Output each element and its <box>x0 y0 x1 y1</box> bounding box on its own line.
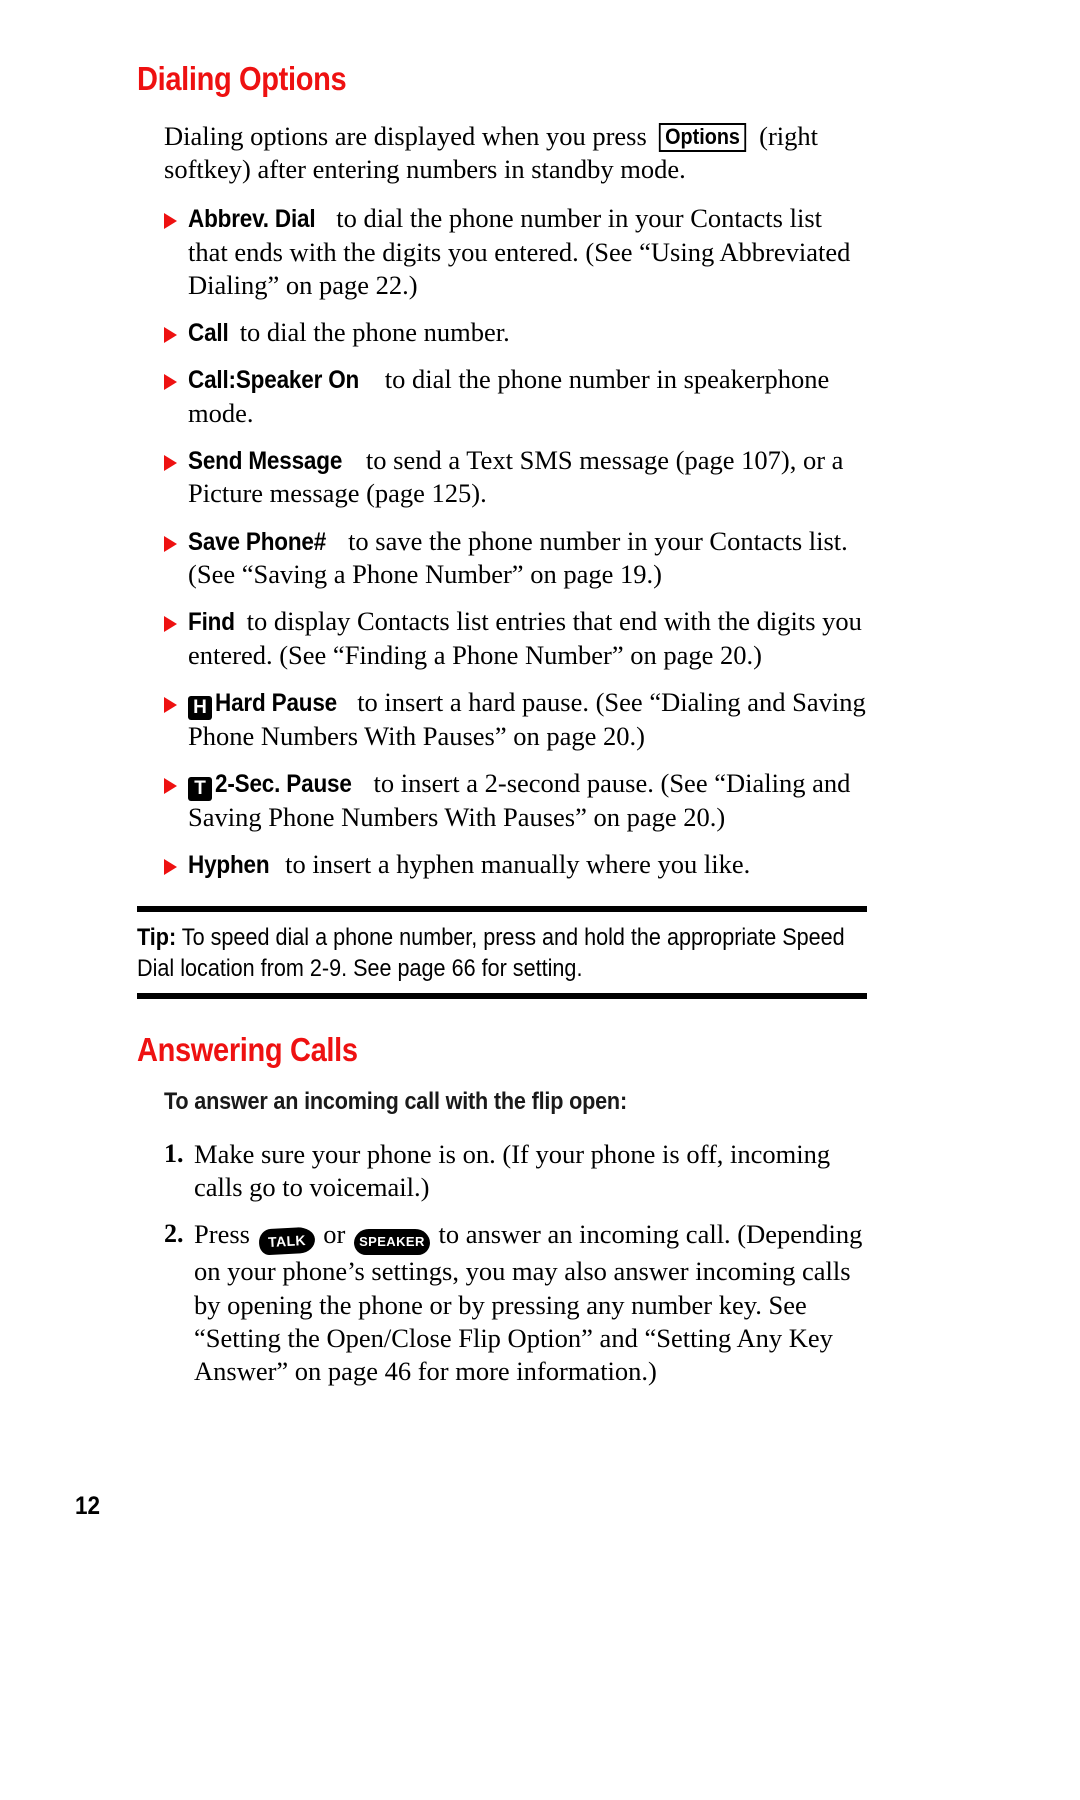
talk-key-icon: TALK <box>257 1226 316 1256</box>
options-softkey-label: Options <box>659 122 747 153</box>
option-term: Hard Pause <box>215 688 338 717</box>
two-sec-pause-key-icon: T <box>188 777 212 802</box>
list-item: Call to dial the phone number. <box>137 316 867 349</box>
tip-label: Tip: <box>137 923 177 951</box>
triangle-bullet-icon <box>164 859 177 876</box>
tip-text: Tip: To speed dial a phone number, press… <box>137 922 866 984</box>
subheading-flip-open: To answer an incoming call with the flip… <box>164 1087 627 1115</box>
triangle-bullet-icon <box>164 213 177 230</box>
tip-body: To speed dial a phone number, press and … <box>137 923 845 982</box>
step-conjunction: or <box>323 1219 346 1250</box>
answering-steps-list: 1. Make sure your phone is on. (If your … <box>137 1138 867 1389</box>
option-term: Send Message <box>188 447 343 476</box>
triangle-bullet-icon <box>164 616 177 633</box>
hard-pause-key-icon: H <box>188 695 212 720</box>
intro-text-before: Dialing options are displayed when you p… <box>164 120 647 151</box>
tip-box: Tip: To speed dial a phone number, press… <box>137 905 867 1000</box>
triangle-bullet-icon <box>164 374 177 391</box>
step-number: 1. <box>164 1138 184 1168</box>
list-item: Abbrev. Dial to dial the phone number in… <box>137 202 867 302</box>
step-number: 2. <box>164 1219 184 1249</box>
option-term: Find <box>188 608 235 637</box>
list-item: Hyphen to insert a hyphen manually where… <box>137 848 867 881</box>
list-item: 1. Make sure your phone is on. (If your … <box>137 1138 867 1205</box>
triangle-bullet-icon <box>164 696 177 713</box>
page-number: 12 <box>75 1492 101 1520</box>
list-item: T 2-Sec. Pause to insert a 2-second pause… <box>137 767 867 834</box>
list-item: 2. Press TALK or SPEAKER to answer an in… <box>137 1218 867 1388</box>
triangle-bullet-icon <box>164 535 177 552</box>
option-term: Abbrev. Dial <box>188 205 316 234</box>
page-title-dialing-options: Dialing Options <box>137 60 347 97</box>
speaker-key-icon: SPEAKER <box>353 1229 430 1256</box>
triangle-bullet-icon <box>164 327 177 344</box>
manual-page: Dialing Options Dialing options are disp… <box>0 0 1080 1800</box>
list-item: Find to display Contacts list entries th… <box>137 605 867 672</box>
option-term: Call <box>188 319 229 348</box>
option-term: Save Phone# <box>188 527 327 556</box>
list-item: Save Phone# to save the phone number in … <box>137 525 867 592</box>
triangle-bullet-icon <box>164 778 177 795</box>
option-term: Hyphen <box>188 851 270 880</box>
page-title-answering-calls: Answering Calls <box>137 1031 358 1069</box>
step-text-before: Press <box>194 1219 250 1250</box>
list-item: Call:Speaker On to dial the phone number… <box>137 363 867 430</box>
option-description: to insert a hyphen manually where you li… <box>285 849 751 880</box>
option-term: Call:Speaker On <box>188 366 360 395</box>
step-text: Make sure your phone is on. (If your pho… <box>194 1138 831 1203</box>
list-item: Send Message to send a Text SMS message … <box>137 444 867 511</box>
triangle-bullet-icon <box>164 455 177 472</box>
intro-paragraph: Dialing options are displayed when you p… <box>164 120 864 187</box>
page-content: Dialing Options Dialing options are disp… <box>137 60 867 1402</box>
list-item: H Hard Pause to insert a hard pause. (See… <box>137 686 867 753</box>
dialing-options-list: Abbrev. Dial to dial the phone number in… <box>137 202 867 882</box>
option-description: to display Contacts list entries that en… <box>188 606 862 670</box>
option-description: to dial the phone number. <box>239 317 510 348</box>
option-term: 2-Sec. Pause <box>215 770 352 799</box>
